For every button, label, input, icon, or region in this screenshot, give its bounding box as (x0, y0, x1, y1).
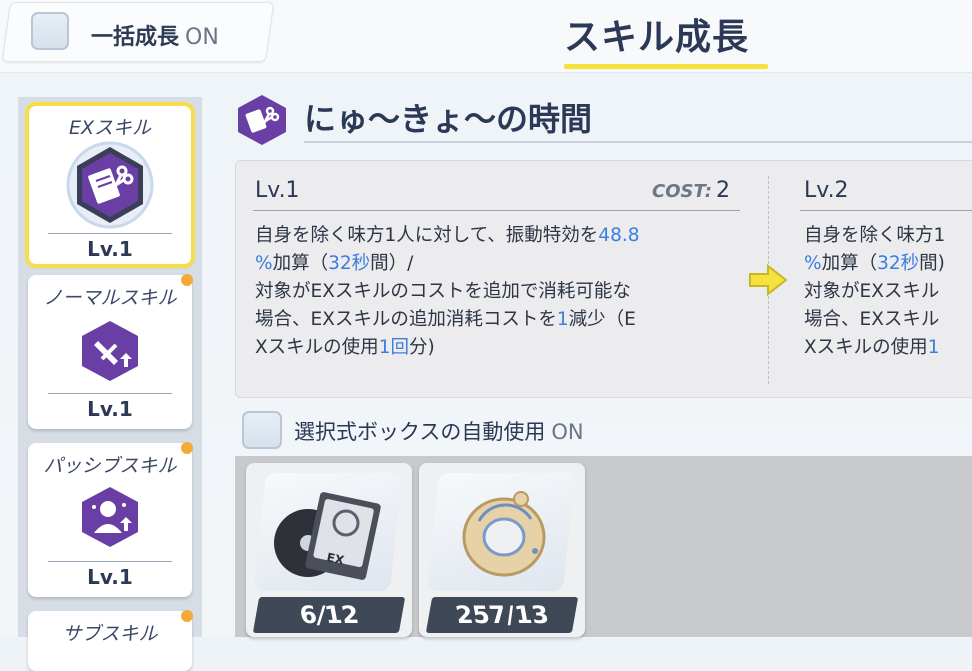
skill-card-normal[interactable]: ノーマルスキル Lv.1 (28, 275, 192, 429)
skill-card-level: Lv.1 (87, 565, 133, 589)
skill-card-divider (48, 561, 172, 562)
ex-skill-small-icon (238, 95, 286, 145)
skill-card-label: パッシブスキル (43, 455, 177, 477)
skill-card-level: Lv.1 (87, 397, 133, 421)
material-card-disc[interactable]: EX 6/12 (246, 463, 412, 637)
title-underline (564, 64, 768, 69)
auto-box-label: 選択式ボックスの自動使用 ON (294, 420, 584, 444)
next-level-divider (800, 210, 972, 211)
next-level-clip: 自身を除く味方1 %加算（32秒間) 対象がEXスキル 場合、EXスキル Xスキ… (804, 222, 972, 372)
skill-card-passive[interactable]: パッシブスキル Lv.1 (28, 443, 192, 597)
skill-card-ex[interactable]: EXスキル Lv.1 (25, 102, 195, 268)
skill-card-label: サブスキル (62, 623, 158, 645)
material-count-badge: 257/13 (425, 597, 579, 633)
skill-card-divider (48, 393, 172, 394)
skill-card-divider (48, 233, 172, 234)
bulk-growth-toggle[interactable]: 一括成長 ON (1, 2, 275, 62)
cost-value: 2 (715, 178, 730, 203)
auto-box-checkbox[interactable] (242, 411, 282, 449)
skill-card-sub[interactable]: サブスキル (28, 611, 192, 671)
material-count-badge: 6/12 (252, 597, 406, 633)
passive-skill-hex-icon (82, 487, 138, 547)
skill-card-label: EXスキル (68, 117, 152, 139)
bulk-growth-state: ON (185, 25, 219, 50)
cost-label: COST: (652, 181, 712, 202)
disc-item-icon: EX (274, 492, 381, 580)
skill-title: にゅ〜きょ〜の時間 (304, 100, 593, 138)
skill-card-level: Lv.1 (87, 237, 133, 261)
material-owned: 6 (297, 601, 319, 629)
notification-dot (181, 610, 193, 622)
top-bar: 一括成長 ON スキル成長 (0, 0, 972, 73)
bulk-growth-checkbox[interactable] (31, 12, 69, 50)
current-level-label: Lv.1 (255, 178, 300, 203)
next-level-label: Lv.2 (804, 178, 849, 203)
bulk-growth-label: 一括成長 ON (91, 25, 219, 50)
skill-card-label: ノーマルスキル (43, 287, 177, 309)
auto-box-state: ON (551, 420, 584, 444)
current-level-divider (253, 210, 740, 211)
notification-dot (181, 274, 193, 286)
normal-skill-hex-icon (82, 321, 138, 381)
ex-skill-hex-icon (66, 141, 154, 229)
arrow-right-icon (749, 264, 788, 296)
material-required: 12 (322, 601, 361, 629)
page-title: スキル成長 (564, 17, 750, 58)
material-required: 13 (512, 601, 551, 629)
next-level-description: 自身を除く味方1 %加算（32秒間) 対象がEXスキル 場合、EXスキル Xスキ… (804, 225, 946, 358)
skill-list-panel: EXスキル Lv.1 ノーマルスキル Lv.1 パッシブスキル Lv.1 サブス… (18, 97, 202, 671)
notification-dot (181, 442, 193, 454)
cost-display: COST: 2 (652, 178, 730, 203)
current-level-description: 自身を除く味方1人に対して、振動特効を48.8 %加算（32秒間）/ 対象がEX… (255, 225, 640, 358)
material-owned: 257 (453, 601, 509, 629)
material-card-ring[interactable]: 257/13 (419, 463, 585, 637)
skill-title-underline (304, 141, 972, 143)
ring-artifact-icon (462, 491, 546, 577)
